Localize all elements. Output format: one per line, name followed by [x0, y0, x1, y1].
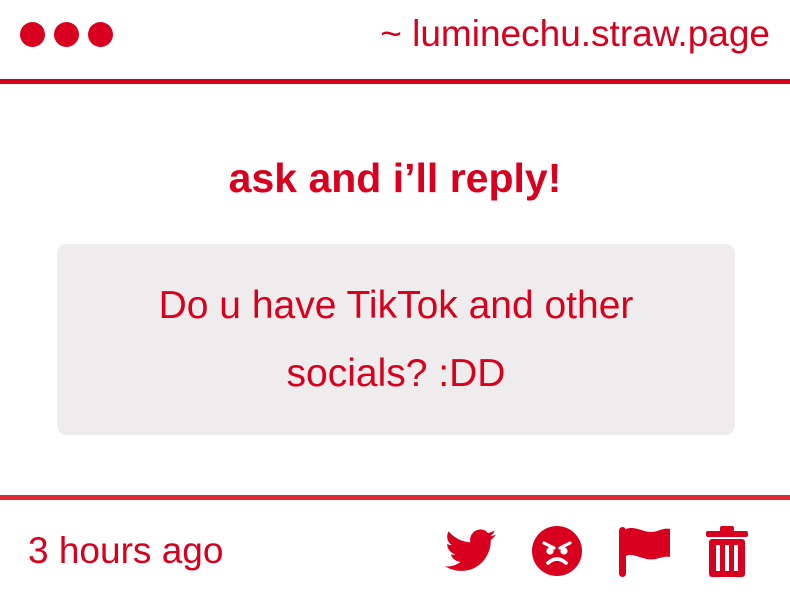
question-text: Do u have TikTok and other socials? :DD: [158, 283, 634, 395]
window-dot: [54, 22, 79, 47]
action-bar: [0, 524, 790, 578]
twitter-icon: [445, 529, 497, 571]
top-bar: ~ luminechu.straw.page: [0, 0, 790, 79]
angry-react-button[interactable]: [530, 524, 584, 578]
flag-icon: [619, 527, 670, 577]
window-dot: [88, 22, 113, 47]
site-url[interactable]: ~ luminechu.straw.page: [380, 10, 770, 58]
page-title: ask and i’ll reply!: [228, 155, 562, 201]
question-card: Do u have TikTok and other socials? :DD: [57, 244, 735, 435]
window-dots: [20, 22, 113, 47]
header-divider: [0, 79, 790, 84]
delete-button[interactable]: [703, 524, 751, 578]
window-dot: [20, 22, 45, 47]
report-flag-button[interactable]: [616, 524, 672, 578]
trash-icon: [706, 526, 748, 577]
angry-face-icon: [532, 526, 582, 576]
twitter-share-button[interactable]: [444, 524, 498, 578]
footer-divider: [0, 495, 790, 500]
